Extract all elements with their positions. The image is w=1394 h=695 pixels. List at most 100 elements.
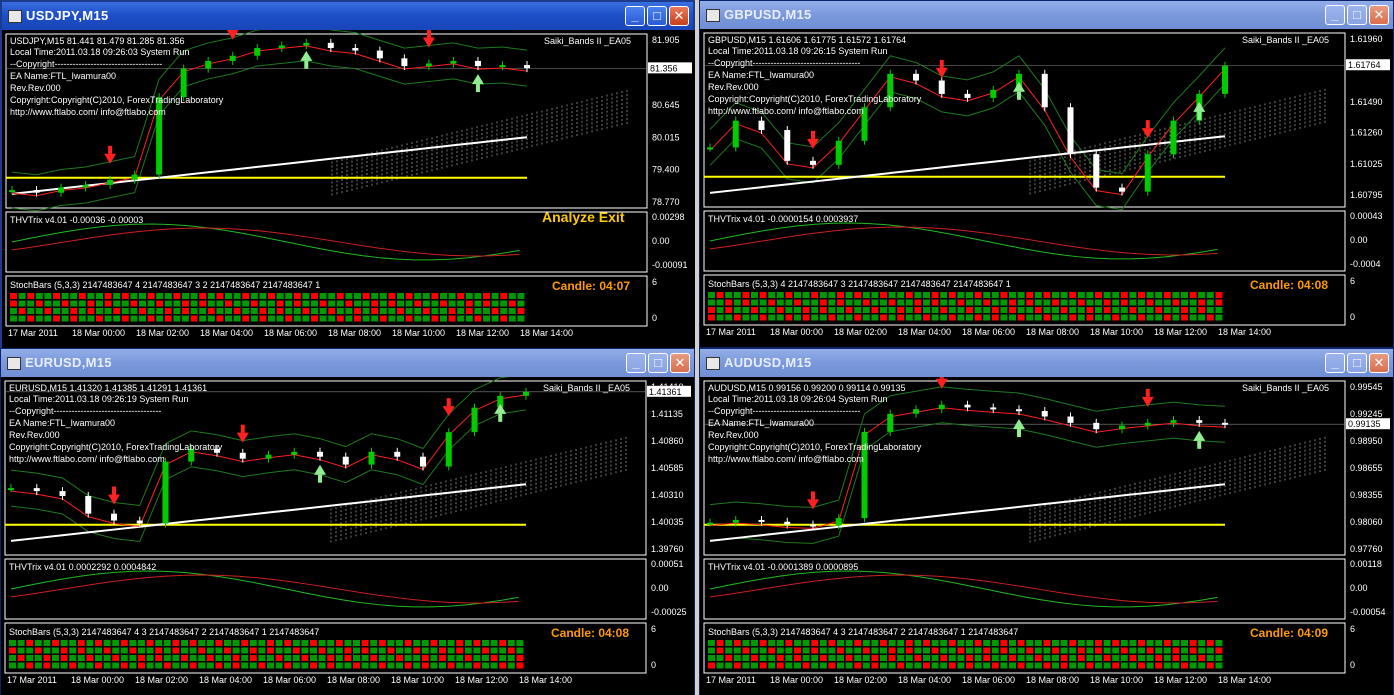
chart-window-usdjpy[interactable]: USDJPY,M15 _ □ ✕ 81.905 81.356 80.645 80.01… — [0, 0, 695, 348]
stoch-cell — [464, 647, 472, 654]
stoch-cell — [104, 300, 112, 307]
stoch-cell — [414, 308, 422, 314]
stoch-cell — [708, 640, 715, 646]
stoch-cell — [456, 662, 464, 669]
stoch-cell — [1112, 307, 1120, 313]
chart-window-audusd[interactable]: AUDUSD,M15 _ □ ✕ 0.99545 0.99245 0.99135 0.… — [699, 348, 1394, 695]
stoch-cell — [897, 314, 905, 321]
stoch-cell — [34, 640, 42, 646]
titlebar[interactable]: AUDUSD,M15 _ □ ✕ — [700, 349, 1393, 377]
candle-body — [327, 42, 334, 49]
local-time-line: Local Time:2011.03.18 09:26:03 System Ru… — [10, 47, 189, 57]
maximize-button[interactable]: □ — [1347, 353, 1367, 373]
stoch-cell — [507, 662, 515, 669]
candle-body — [887, 413, 894, 432]
stoch-cell — [1086, 662, 1094, 669]
stoch-cell — [319, 293, 327, 299]
stoch-cell — [147, 293, 155, 299]
stoch-cell — [439, 640, 446, 646]
stoch-cell — [388, 315, 396, 322]
stoch-cell — [483, 315, 490, 322]
stoch-cell — [103, 640, 111, 646]
stoch-cell — [974, 292, 982, 298]
stoch-cell — [1206, 299, 1214, 306]
stoch-cell — [499, 655, 507, 661]
chart-window-gbpusd[interactable]: GBPUSD,M15 _ □ ✕ 1.61960 1.61764 1.61490 1.… — [699, 0, 1394, 348]
ea-name-line: EA Name:FTL_Iwamura00 — [708, 70, 814, 80]
stoch-cell — [940, 307, 948, 313]
stoch-cell — [87, 315, 95, 322]
stoch-cell — [378, 640, 386, 646]
stoch-cell — [1009, 299, 1016, 306]
stoch-cell — [1198, 655, 1206, 661]
stoch-cell — [388, 293, 396, 299]
stoch-cell — [983, 655, 991, 661]
buy-arrow-shaft — [1197, 111, 1202, 120]
minimize-button[interactable]: _ — [626, 353, 646, 373]
candle-body — [33, 190, 40, 193]
stoch-cell — [95, 640, 102, 646]
ea-label: Saiki_Bands II _EA05 — [1242, 383, 1329, 393]
stoch-cell — [130, 308, 138, 314]
time-label: 18 Mar 10:00 — [392, 328, 445, 338]
stoch-cell — [1103, 662, 1111, 669]
stoch-cell — [156, 308, 164, 314]
stoch-cell — [837, 655, 844, 661]
stoch-cell — [336, 308, 344, 314]
stoch-cell — [1026, 292, 1034, 298]
stoch-cell — [733, 655, 741, 661]
stoch-cell — [70, 315, 78, 322]
chart-window-eurusd[interactable]: EURUSD,M15 _ □ ✕ 1.414101.413611.411351.… — [0, 348, 695, 695]
chart-window-icon — [7, 357, 21, 370]
stoch-cell — [121, 293, 129, 299]
stoch-cell — [1146, 299, 1154, 306]
stoch-cell — [1120, 640, 1128, 646]
maximize-button[interactable]: □ — [648, 353, 668, 373]
stoch-cell — [172, 662, 180, 669]
stoch-cell — [940, 647, 948, 654]
price-tick-label: 1.39760 — [651, 544, 684, 554]
stoch-cell — [225, 315, 232, 322]
titlebar[interactable]: EURUSD,M15 _ □ ✕ — [1, 349, 694, 377]
minimize-button[interactable]: _ — [1325, 353, 1345, 373]
stoch-cell — [1000, 299, 1008, 306]
stoch-cell — [53, 315, 60, 322]
maximize-button[interactable]: □ — [647, 6, 667, 26]
close-button[interactable]: ✕ — [670, 353, 690, 373]
stoch-cell — [292, 655, 300, 661]
stoch-cell — [1138, 292, 1145, 298]
stoch-cell — [61, 308, 69, 314]
stoch-cell — [490, 640, 498, 646]
stoch-cell — [129, 647, 137, 654]
stoch-cell — [129, 640, 137, 646]
stoch-cell — [948, 647, 956, 654]
candle-body — [938, 404, 945, 410]
stoch-cell — [1077, 640, 1085, 646]
close-button[interactable]: ✕ — [1369, 5, 1389, 25]
stoch-cell — [880, 299, 887, 306]
stoch-cell — [1155, 655, 1163, 661]
minimize-button[interactable]: _ — [625, 6, 645, 26]
stoch-cell — [957, 662, 965, 669]
candle-body — [1144, 154, 1151, 192]
stoch-cell — [1000, 647, 1008, 654]
maximize-button[interactable]: □ — [1347, 5, 1367, 25]
stoch-cell — [508, 315, 516, 322]
stoch-cell — [17, 655, 25, 661]
close-button[interactable]: ✕ — [1369, 353, 1389, 373]
stoch-cell — [1009, 662, 1016, 669]
stoch-cell — [182, 308, 189, 314]
stoch-cell — [1155, 292, 1163, 298]
buy-arrow-shaft — [318, 474, 322, 483]
minimize-button[interactable]: _ — [1325, 5, 1345, 25]
stoch-cell — [302, 308, 310, 314]
stoch-cell — [1189, 299, 1197, 306]
titlebar[interactable]: GBPUSD,M15 _ □ ✕ — [700, 1, 1393, 29]
close-button[interactable]: ✕ — [669, 6, 689, 26]
stoch-cell — [242, 300, 250, 307]
candle-body — [707, 522, 713, 525]
stoch-cell — [1163, 662, 1171, 669]
stoch-cell — [35, 293, 43, 299]
titlebar[interactable]: USDJPY,M15 _ □ ✕ — [2, 2, 693, 30]
stoch-cell — [1198, 647, 1206, 654]
